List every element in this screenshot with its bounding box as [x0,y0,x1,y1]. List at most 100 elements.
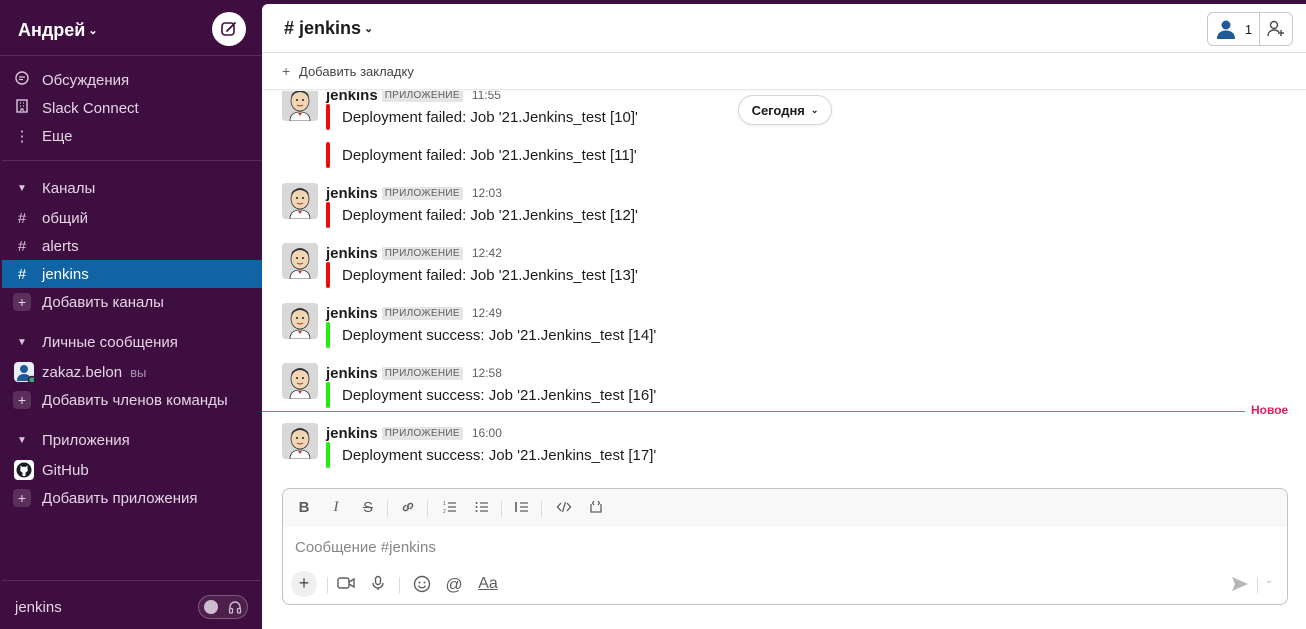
jenkins-avatar[interactable] [282,303,318,339]
add-members-button[interactable]: + Добавить членов команды [2,386,262,414]
date-jump-button[interactable]: Сегодня ⌄ [738,95,832,125]
section-channels[interactable]: ▼ Каналы [2,174,262,202]
sidebar-item-app-github[interactable]: GitHub [2,456,262,484]
members-button[interactable]: 1 [1208,13,1260,45]
message-author[interactable]: jenkins [326,365,378,382]
code-block-icon[interactable] [585,499,607,517]
message-author[interactable]: jenkins [326,91,378,104]
attachment-text: Deployment success: Job '21.Jenkins_test… [342,386,657,404]
send-icon[interactable] [1231,576,1249,597]
plus-icon: + [282,63,291,79]
message-timestamp[interactable]: 11:55 [472,91,501,102]
message-timestamp[interactable]: 12:49 [472,306,502,320]
formatting-toolbar: B I S 12 [283,489,1287,527]
toggle-knob [204,600,218,614]
message-header: jenkins ПРИЛОЖЕНИЕ 16:00 [326,424,502,442]
jenkins-avatar[interactable] [282,363,318,399]
status-color-bar [326,104,330,130]
hash-icon: # [17,237,27,255]
format-toggle-button[interactable]: Aa [475,575,501,595]
caret-down-icon: ▼ [17,434,27,446]
channel-label: alerts [42,237,79,255]
add-user-icon [1267,20,1284,37]
mention-icon[interactable]: @ [443,575,465,595]
message-attachment: Deployment success: Job '21.Jenkins_test… [326,322,656,348]
message-timestamp[interactable]: 12:58 [472,366,502,380]
message-list: Сегодня ⌄ Новое jenkins ПРИЛОЖЕНИЕ 11:55 Dep… [262,91,1306,481]
video-icon[interactable] [335,575,357,595]
avatar [14,362,37,385]
huddle-footer: jenkins [2,580,260,629]
sidebar-item-channel-jenkins[interactable]: # jenkins [2,260,262,288]
toolbar-divider [387,500,388,517]
section-apps[interactable]: ▼ Приложения [2,426,262,454]
message-author[interactable]: jenkins [326,245,378,262]
bold-icon[interactable]: B [293,499,315,517]
ordered-list-icon[interactable]: 12 [439,499,461,517]
jenkins-avatar[interactable] [282,243,318,279]
add-channels-button[interactable]: + Добавить каналы [2,288,262,316]
workspace-name-button[interactable]: Андрей ⌄ [18,20,98,41]
bullet-list-icon[interactable] [471,499,493,517]
chevron-down-icon[interactable]: ⌄ [1265,575,1273,586]
jenkins-avatar[interactable] [282,91,318,121]
status-color-bar [326,442,330,468]
app-badge: ПРИЛОЖЕНИЕ [381,246,463,260]
section-label: Каналы [42,179,96,197]
message-header: jenkins ПРИЛОЖЕНИЕ 12:49 [326,304,502,322]
github-icon [14,460,34,480]
message-attachment: Deployment failed: Job '21.Jenkins_test … [326,104,638,130]
sidebar-item-channel-general[interactable]: # общий [2,204,262,232]
compose-icon [221,22,236,36]
sidebar-item-slack-connect[interactable]: Slack Connect [2,94,262,122]
attachment-text: Deployment failed: Job '21.Jenkins_test … [342,206,638,224]
message-author[interactable]: jenkins [326,185,378,202]
caret-down-icon: ▼ [17,182,27,194]
message-timestamp[interactable]: 16:00 [472,426,502,440]
dm-user-name: zakaz.belon [42,363,123,381]
sidebar-item-more[interactable]: ⋮ Еще [2,122,262,150]
new-messages-label: Новое [1251,403,1289,417]
channel-title-button[interactable]: # jenkins ⌄ [284,18,373,39]
blockquote-icon[interactable] [511,499,533,517]
toolbar-divider [501,500,502,517]
channel-label: jenkins [42,265,89,283]
sidebar-item-channel-alerts[interactable]: # alerts [2,232,262,260]
jenkins-avatar[interactable] [282,183,318,219]
message-attachment: Deployment success: Job '21.Jenkins_test… [326,442,656,468]
app-badge: ПРИЛОЖЕНИЕ [381,91,463,102]
message-timestamp[interactable]: 12:42 [472,246,502,260]
workspace-header: Андрей ⌄ [0,4,262,56]
add-bookmark-label: Добавить закладку [299,64,414,79]
add-bookmark-button[interactable]: + Добавить закладку [262,54,1306,90]
italic-icon[interactable]: I [325,499,347,517]
add-member-button[interactable] [1260,13,1292,45]
sidebar-item-dm-self[interactable]: zakaz.belon вы [2,358,262,386]
link-icon[interactable] [397,499,419,517]
svg-text:1: 1 [443,501,446,507]
app-badge: ПРИЛОЖЕНИЕ [381,426,463,440]
attachment-text: Deployment success: Job '21.Jenkins_test… [342,446,657,464]
message-timestamp[interactable]: 12:03 [472,186,502,200]
code-icon[interactable] [553,499,575,517]
sidebar-item-threads[interactable]: Обсуждения [2,66,262,94]
compose-button[interactable] [212,12,246,46]
emoji-icon[interactable] [411,575,433,595]
add-apps-button[interactable]: + Добавить приложения [2,484,262,512]
jenkins-avatar[interactable] [282,423,318,459]
microphone-icon[interactable] [367,575,389,595]
building-icon [2,98,42,118]
attach-plus-button[interactable]: + [291,571,317,597]
message-author[interactable]: jenkins [326,425,378,442]
toolbar-divider [399,577,400,594]
message-author[interactable]: jenkins [326,305,378,322]
huddle-channel-name: jenkins [15,599,62,616]
slack-app: Андрей ⌄ Обсуждения Slack Connect ⋮ Еще ▼… [0,0,1306,629]
add-channels-label: Добавить каналы [42,293,164,311]
strikethrough-icon[interactable]: S [357,499,379,517]
message-header: jenkins ПРИЛОЖЕНИЕ 12:03 [326,184,502,202]
huddle-toggle[interactable] [198,595,248,619]
message-input[interactable]: Сообщение #jenkins [295,539,436,556]
section-direct-messages[interactable]: ▼ Личные сообщения [2,328,262,356]
plus-icon: + [13,391,31,409]
